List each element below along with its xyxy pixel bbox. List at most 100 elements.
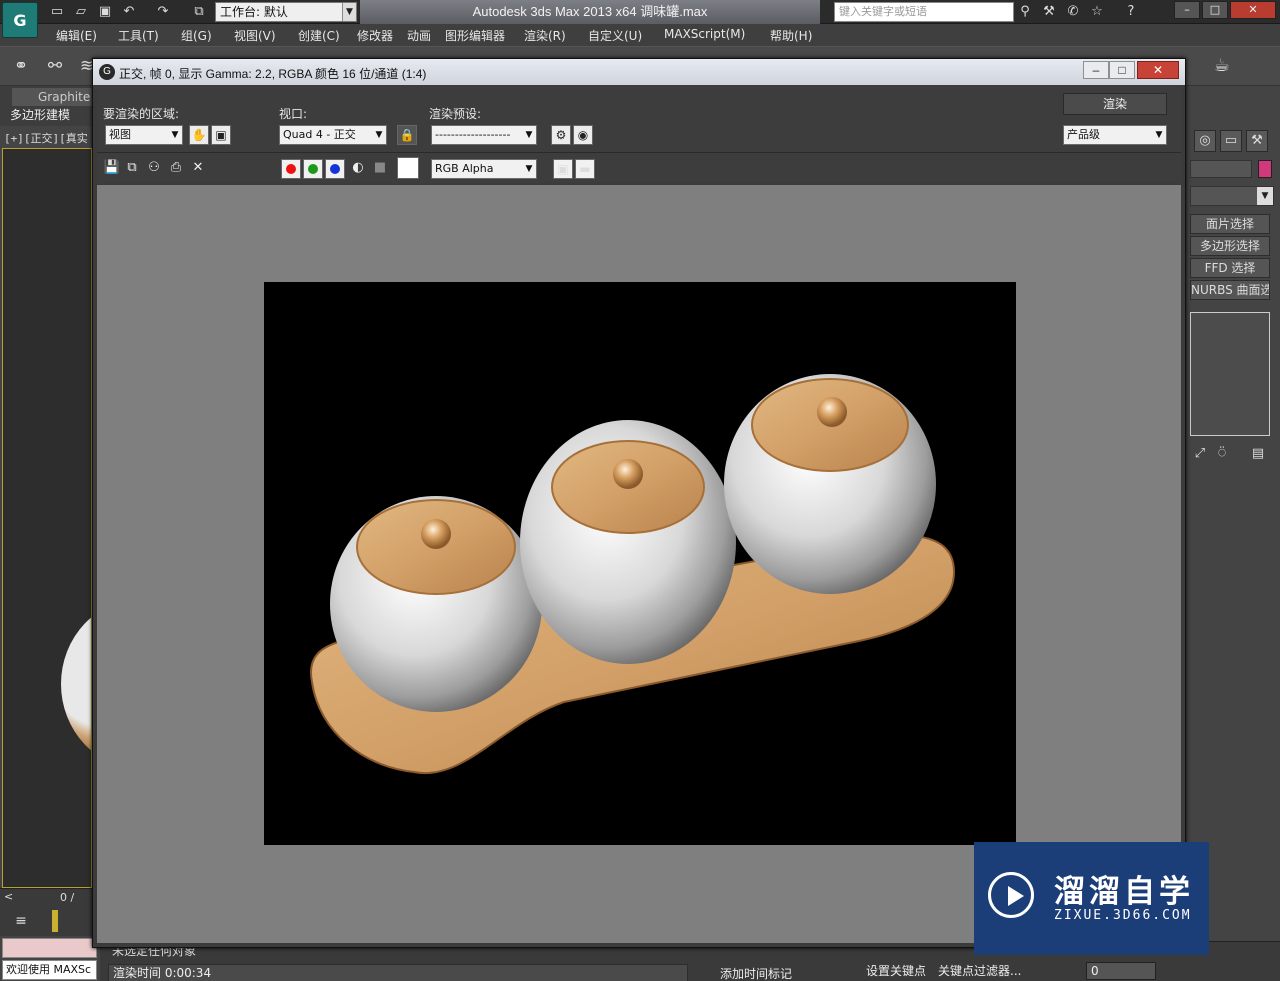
current-frame-input[interactable]: 0 xyxy=(1086,962,1156,980)
viewport[interactable]: z x xyxy=(2,148,92,888)
chevron-down-icon: ▼ xyxy=(1155,130,1163,140)
subscription-icon[interactable]: ⚒ xyxy=(1040,3,1058,21)
menu-modifiers[interactable]: 修改器 xyxy=(357,27,393,44)
green-channel-button[interactable] xyxy=(303,159,323,179)
print-image-icon[interactable]: ⎙ xyxy=(167,159,185,177)
menu-rendering[interactable]: 渲染(R) xyxy=(524,27,566,44)
menu-view[interactable]: 视图(V) xyxy=(234,27,276,44)
track-bar[interactable]: ≡ xyxy=(0,906,95,936)
hammer-icon[interactable]: ⚒ xyxy=(1246,130,1268,152)
open-file-icon[interactable]: ▱ xyxy=(72,3,90,21)
menu-edit[interactable]: 编辑(E) xyxy=(56,27,97,44)
maxscript-listener[interactable] xyxy=(2,938,97,958)
render-minimize-button[interactable]: – xyxy=(1083,61,1109,79)
object-color-swatch[interactable] xyxy=(1258,160,1272,178)
toggle-ui-overlay-icon[interactable]: ▣ xyxy=(553,159,573,179)
menu-bar: 编辑(E) 工具(T) 组(G) 视图(V) 创建(C) 修改器 动画 图形编辑… xyxy=(0,24,1280,46)
environment-icon[interactable]: ◉ xyxy=(573,125,593,145)
workspace-dropdown[interactable]: 工作台: 默认 ▼ xyxy=(215,2,357,22)
clone-window-icon[interactable]: ⚇ xyxy=(145,159,163,177)
link-icon[interactable]: ⚭ xyxy=(8,53,34,79)
key-filters-button[interactable]: 关键点过滤器... xyxy=(938,962,1021,979)
area-to-render-dropdown[interactable]: 视图 ▼ xyxy=(105,125,183,145)
configure-sets-icon[interactable]: ▤ xyxy=(1248,446,1268,461)
viewport-dropdown[interactable]: Quad 4 - 正交 ▼ xyxy=(279,125,387,145)
chevron-left-icon[interactable]: < xyxy=(4,890,13,903)
menu-maxscript[interactable]: MAXScript(M) xyxy=(664,27,745,41)
communication-icon[interactable]: ✆ xyxy=(1064,3,1082,21)
blue-channel-button[interactable] xyxy=(325,159,345,179)
search-input[interactable]: 键入关键字或短语 xyxy=(834,2,1014,22)
display-channel-dropdown[interactable]: RGB Alpha ▼ xyxy=(431,159,537,179)
add-time-tag-button[interactable]: 添加时间标记 xyxy=(720,965,792,981)
render-close-button[interactable]: ✕ xyxy=(1137,61,1179,79)
modifier-patch-select-button[interactable]: 面片选择 xyxy=(1190,214,1270,234)
chevron-down-icon: ▼ xyxy=(525,130,533,140)
viewport-object xyxy=(61,599,91,769)
save-icon[interactable]: ▣ xyxy=(96,3,114,21)
render-teapot-icon[interactable]: ☕ xyxy=(1214,55,1230,76)
maximize-button[interactable]: □ xyxy=(1202,1,1228,19)
monochrome-icon[interactable]: ■ xyxy=(371,159,389,177)
play-logo-icon xyxy=(988,872,1034,918)
utilities-tab-icon[interactable]: ▭ xyxy=(1220,130,1242,152)
app-titlebar: G ▭ ▱ ▣ ↶ ↷ ⧉ 工作台: 默认 ▼ Autodesk 3ds Max… xyxy=(0,0,1280,38)
render-maximize-button[interactable]: □ xyxy=(1109,61,1135,79)
binoculars-icon[interactable]: ⚲ xyxy=(1016,3,1034,21)
menu-group[interactable]: 组(G) xyxy=(181,27,212,44)
display-tab-icon[interactable]: ◎ xyxy=(1194,130,1216,152)
help-icon[interactable]: ? xyxy=(1122,3,1140,21)
app-logo-button[interactable]: G xyxy=(2,2,38,38)
render-setup-icon[interactable]: ⚙ xyxy=(551,125,571,145)
viewport-label[interactable]: [+][正交][真实 xyxy=(4,130,88,146)
redo-icon[interactable]: ↷ xyxy=(154,3,172,21)
auto-region-icon[interactable]: ▣ xyxy=(211,125,231,145)
track-knob[interactable] xyxy=(52,910,58,932)
menu-help[interactable]: 帮助(H) xyxy=(770,27,812,44)
menu-graph-editors[interactable]: 图形编辑器 xyxy=(445,27,505,44)
time-slider[interactable]: < 0 / 100 xyxy=(0,888,95,917)
object-name-field[interactable] xyxy=(1190,160,1252,178)
show-end-result-icon[interactable]: ⍥ xyxy=(1212,446,1232,461)
ribbon-tab-graphite[interactable]: Graphite xyxy=(12,88,92,106)
lock-icon[interactable]: 🔒 xyxy=(397,125,417,145)
render-preset-dropdown[interactable]: ------------------- ▼ xyxy=(431,125,537,145)
render-quality-value: 产品级 xyxy=(1067,128,1100,141)
color-swatch[interactable] xyxy=(397,157,419,179)
save-image-icon[interactable]: 💾 xyxy=(103,159,121,177)
watermark-main-text: 溜溜自学 xyxy=(1054,874,1194,910)
menu-customize[interactable]: 自定义(U) xyxy=(588,27,642,44)
close-button[interactable]: ✕ xyxy=(1230,1,1276,19)
ribbon-subtab-poly[interactable]: 多边形建模 xyxy=(10,106,70,123)
minimize-button[interactable]: – xyxy=(1174,1,1200,19)
unlink-icon[interactable]: ⚯ xyxy=(42,53,68,79)
track-icon[interactable]: ≡ xyxy=(8,908,34,934)
render-button[interactable]: 渲染 xyxy=(1063,93,1167,115)
red-channel-button[interactable] xyxy=(281,159,301,179)
toggle-ui-icon[interactable]: ▬ xyxy=(575,159,595,179)
render-preset-label: 渲染预设: xyxy=(429,107,482,121)
modifier-nurbs-select-button[interactable]: NURBS 曲面选择 xyxy=(1190,280,1270,300)
modifier-stack[interactable] xyxy=(1190,312,1270,436)
menu-tools[interactable]: 工具(T) xyxy=(118,27,159,44)
favorites-star-icon[interactable]: ☆ xyxy=(1088,3,1106,21)
menu-create[interactable]: 创建(C) xyxy=(298,27,340,44)
copy-image-icon[interactable]: ⧉ xyxy=(123,159,141,177)
pin-stack-icon[interactable]: ⤢ xyxy=(1190,446,1210,461)
new-file-icon[interactable]: ▭ xyxy=(48,3,66,21)
menu-animation[interactable]: 动画 xyxy=(407,27,431,44)
undo-icon[interactable]: ↶ xyxy=(120,3,138,21)
edit-region-icon[interactable]: ✋ xyxy=(189,125,209,145)
modifier-poly-select-button[interactable]: 多边形选择 xyxy=(1190,236,1270,256)
blue-dot-icon xyxy=(330,164,340,174)
render-controls: 要渲染的区域: 视图 ▼ ✋ ▣ 视口: Quad 4 - 正交 ▼ 🔒 渲染预设:… xyxy=(97,87,1181,153)
modifier-ffd-select-button[interactable]: FFD 选择 xyxy=(1190,258,1270,278)
chevron-down-icon: ▼ xyxy=(1257,187,1273,205)
set-key-button[interactable]: 设置关键点 xyxy=(866,962,926,979)
render-quality-dropdown[interactable]: 产品级 ▼ xyxy=(1063,125,1167,145)
alpha-toggle-icon[interactable]: ◐ xyxy=(349,159,367,177)
chevron-down-icon: ▼ xyxy=(342,3,356,21)
modifier-list-dropdown[interactable]: ▼ xyxy=(1190,186,1274,206)
project-folder-icon[interactable]: ⧉ xyxy=(190,3,208,21)
clear-image-icon[interactable]: ✕ xyxy=(189,159,207,177)
